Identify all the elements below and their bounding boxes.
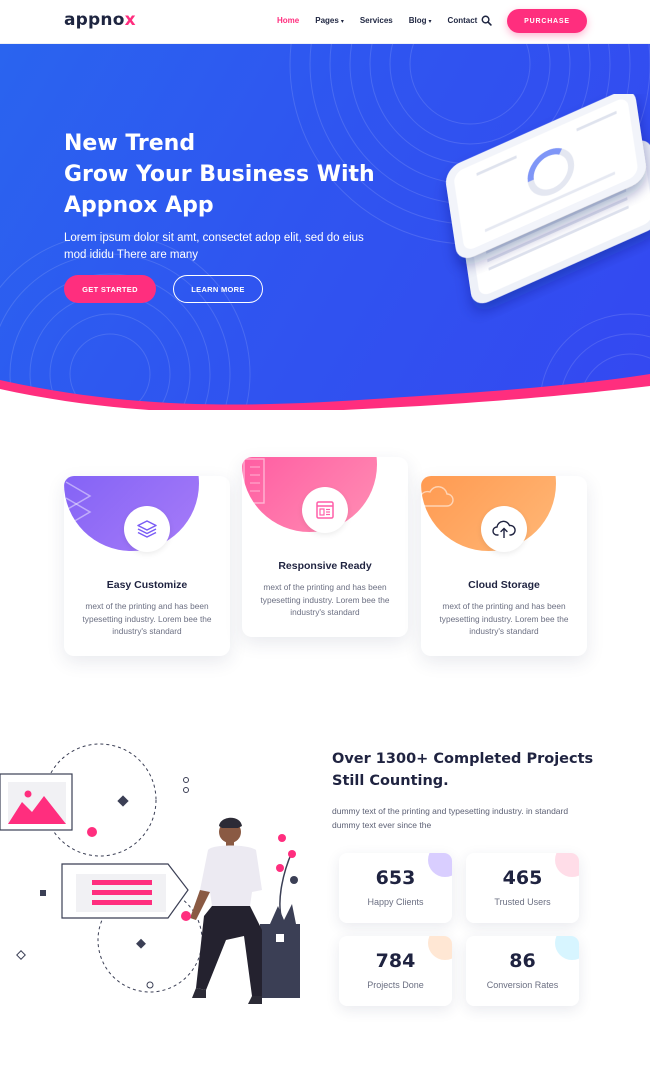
stat-label: Projects Done bbox=[367, 980, 424, 990]
stats-heading: Over 1300+ Completed Projects Still Coun… bbox=[332, 751, 594, 789]
stat-label: Happy Clients bbox=[367, 897, 424, 907]
feature-text: mext of the printing and has been typese… bbox=[82, 601, 212, 637]
top-navbar: appnox Home Pages ▾ Services Blog ▾ Contac… bbox=[0, 0, 650, 44]
cloud-upload-icon bbox=[481, 506, 527, 552]
stat-value: 465 bbox=[502, 867, 543, 889]
chevron-down-icon: ▾ bbox=[428, 19, 432, 25]
stat-card-projects-done: 784 Projects Done bbox=[339, 936, 452, 1006]
stat-label: Conversion Rates bbox=[486, 980, 559, 990]
decorative-chevron-icon bbox=[65, 481, 92, 527]
feature-card-responsive-ready[interactable]: Responsive Ready mext of the printing an… bbox=[242, 457, 408, 637]
hero-title: New Trend Grow Your Business With Appnox… bbox=[64, 131, 375, 218]
person-illustration bbox=[0, 743, 300, 1004]
feature-text: mext of the printing and has been typese… bbox=[439, 601, 569, 637]
stat-value: 784 bbox=[375, 950, 416, 972]
stat-value: 653 bbox=[375, 867, 416, 889]
feature-text: mext of the printing and has been typese… bbox=[260, 582, 390, 618]
chevron-down-icon: ▾ bbox=[340, 19, 344, 25]
decorative-cloud-icon bbox=[421, 486, 454, 507]
nav-menu: Home Pages ▾ Services Blog ▾ Contact bbox=[277, 16, 493, 25]
purchase-button[interactable]: PURCHASE bbox=[507, 9, 587, 33]
learn-more-button[interactable]: LEARN MORE bbox=[173, 275, 263, 303]
stats-description: dummy text of the printing and typesetti… bbox=[332, 806, 569, 830]
search-icon[interactable] bbox=[481, 15, 492, 26]
hero-section: New Trend Grow Your Business With Appnox… bbox=[0, 44, 650, 410]
nav-item-services[interactable]: Services bbox=[360, 16, 393, 25]
feature-card-easy-customize[interactable]: Easy Customize mext of the printing and … bbox=[64, 476, 230, 656]
stat-card-happy-clients: 653 Happy Clients bbox=[339, 853, 452, 923]
browser-icon bbox=[302, 487, 348, 533]
stat-label: Trusted Users bbox=[494, 897, 551, 907]
get-started-button[interactable]: GET STARTED bbox=[64, 275, 156, 303]
nav-item-home[interactable]: Home bbox=[277, 16, 299, 25]
feature-card-cloud-storage[interactable]: Cloud Storage mext of the printing and h… bbox=[421, 476, 587, 656]
stat-card-trusted-users: 465 Trusted Users bbox=[466, 853, 579, 923]
layers-icon bbox=[124, 506, 170, 552]
feature-title: Cloud Storage bbox=[468, 579, 540, 591]
feature-title: Easy Customize bbox=[106, 579, 188, 591]
stat-card-conversion-rates: 86 Conversion Rates bbox=[466, 936, 579, 1006]
nav-item-contact[interactable]: Contact bbox=[448, 16, 478, 25]
logo[interactable]: appnox bbox=[64, 10, 136, 30]
nav-item-blog[interactable]: Blog ▾ bbox=[409, 16, 432, 25]
decorative-browser-icon bbox=[243, 458, 265, 504]
nav-item-pages[interactable]: Pages ▾ bbox=[315, 16, 344, 25]
hero-description: Lorem ipsum dolor sit amt, consectet ado… bbox=[64, 232, 364, 261]
stat-value: 86 bbox=[509, 950, 536, 972]
feature-title: Responsive Ready bbox=[278, 560, 372, 572]
phone-mockups-image bbox=[445, 94, 650, 304]
